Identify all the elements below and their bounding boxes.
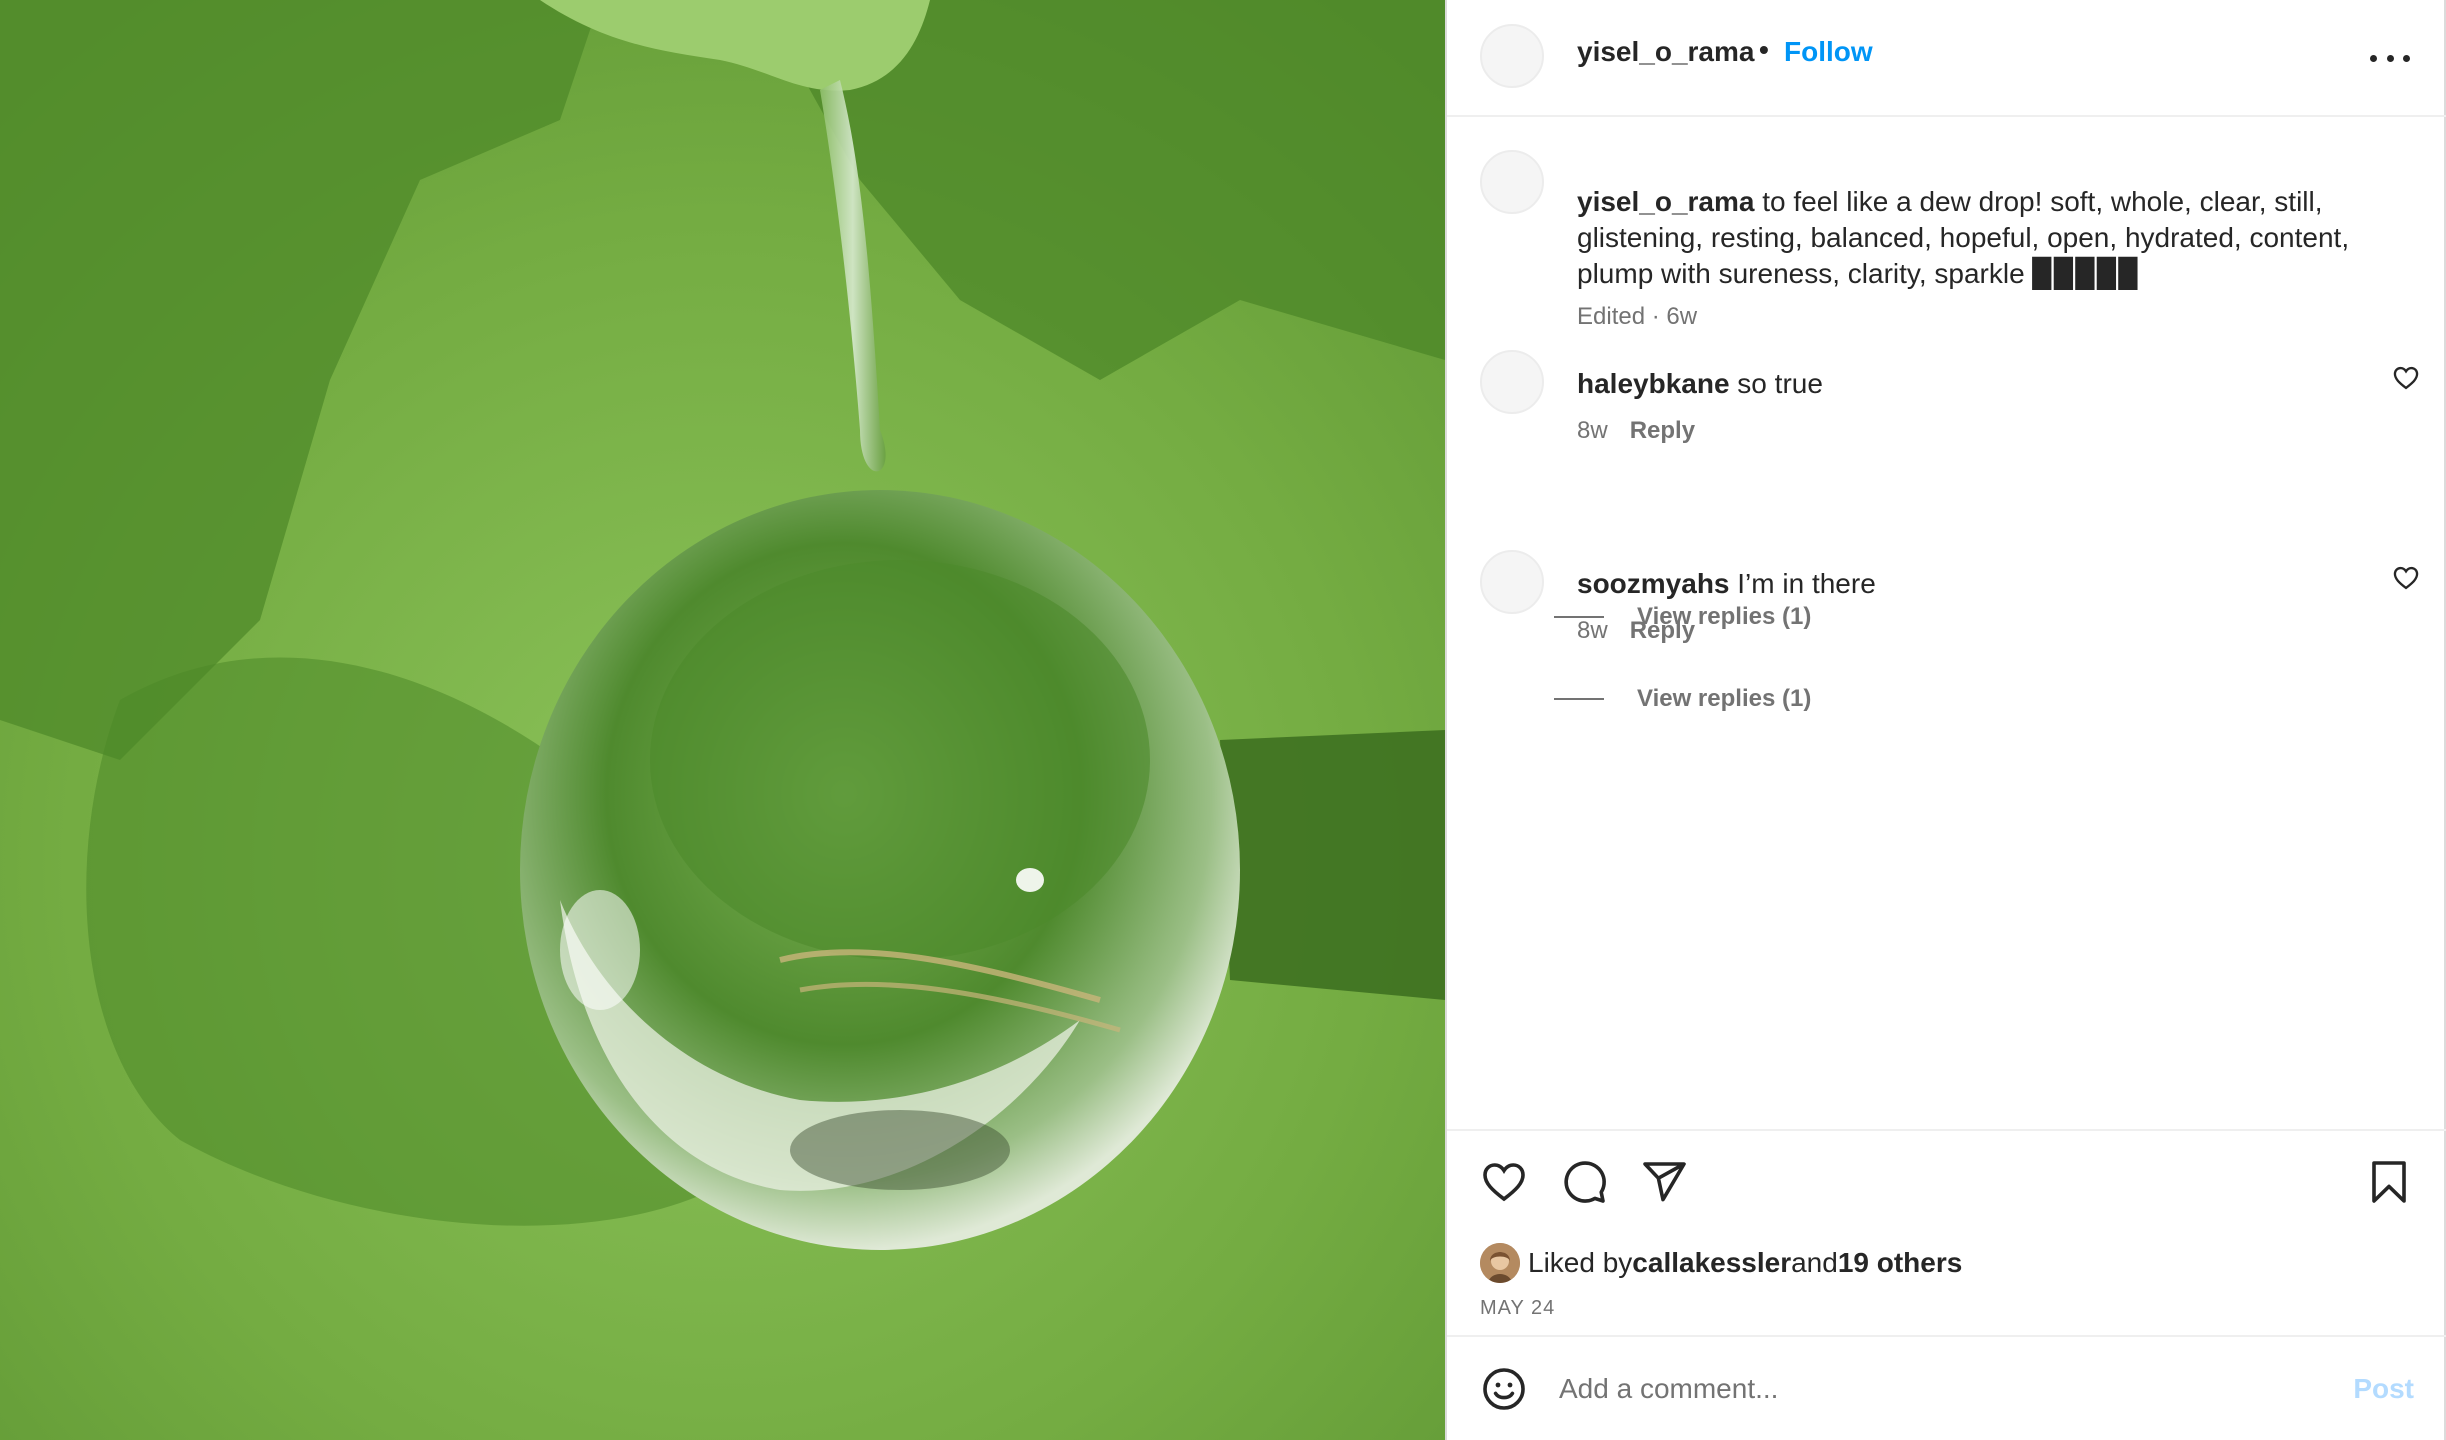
dew-drop-photo [0,0,1445,1440]
reply-button[interactable]: Reply [1630,417,1695,444]
comment-body: so true [1729,368,1823,399]
commenter-username[interactable]: haleybkane [1577,368,1730,399]
smiley-icon[interactable] [1480,1365,1528,1413]
comment-item: soozmyahs I’m in there 8w Reply [1480,550,2420,670]
post-actions: Liked by callakessler and 19 others MAY … [1447,1129,2446,1335]
author-avatar[interactable] [1480,24,1544,88]
commenter-avatar[interactable] [1480,350,1544,414]
comment-text: soozmyahs I’m in there [1577,568,1876,600]
author-username[interactable]: yisel_o_rama [1577,36,1754,68]
dot [2403,54,2410,62]
reply-button[interactable]: Reply [1630,617,1695,644]
comment-like-heart-icon[interactable] [2392,564,2420,592]
follow-button[interactable]: Follow [1784,36,1873,68]
caption-text: yisel_o_rama to feel like a dew drop! so… [1577,184,2377,292]
comment-meta: 8w Reply [1577,617,1695,645]
dot [2370,54,2377,62]
comment-item: haleybkane so true 8w Reply [1480,350,2420,470]
add-comment-input[interactable] [1559,1359,2259,1419]
separator-dot: • [1759,34,1769,65]
likes-others-link[interactable]: 19 others [1838,1247,1963,1279]
likes-summary: Liked by callakessler and 19 others [1480,1243,1962,1283]
post-header: yisel_o_rama • Follow [1447,0,2446,117]
post-image[interactable] [0,0,1445,1440]
commenter-username[interactable]: soozmyahs [1577,568,1730,599]
caption-username[interactable]: yisel_o_rama [1577,186,1754,217]
comment-bubble-icon[interactable] [1560,1158,1608,1206]
caption-avatar[interactable] [1480,150,1544,214]
comment-composer: Post [1447,1335,2446,1440]
comment-text: haleybkane so true [1577,368,1823,400]
bookmark-icon[interactable] [2365,1158,2413,1206]
post-side-panel: yisel_o_rama • Follow yisel_o_rama to fe… [1445,0,2446,1440]
liked-by-middle: and [1791,1247,1838,1278]
comment-like-heart-icon[interactable] [2392,364,2420,392]
comment-age: 8w [1577,617,1608,644]
caption-meta: Edited · 6w [1577,303,1698,330]
heart-icon[interactable] [1480,1158,1528,1206]
liker-photo [1480,1243,1520,1283]
liker-avatar[interactable] [1480,1243,1520,1283]
commenter-avatar[interactable] [1480,550,1544,614]
liker-username[interactable]: callakessler [1632,1247,1791,1279]
dot [2386,54,2394,62]
view-replies-label: View replies (1) [1637,685,1812,712]
replies-line [1554,698,1604,700]
more-options-icon[interactable] [2370,38,2410,78]
comment-body: I’m in there [1729,568,1876,599]
liked-by-prefix: Liked by [1528,1247,1633,1278]
post-date: MAY 24 [1480,1297,1556,1319]
view-replies-button[interactable]: View replies (1) [1554,685,1811,713]
paper-plane-icon[interactable] [1640,1158,1688,1206]
comments-list[interactable]: yisel_o_rama to feel like a dew drop! so… [1447,117,2446,1129]
comment-meta: 8w Reply [1577,417,1695,445]
comment-age: 8w [1577,417,1608,444]
post-comment-button[interactable]: Post [2353,1373,2414,1405]
